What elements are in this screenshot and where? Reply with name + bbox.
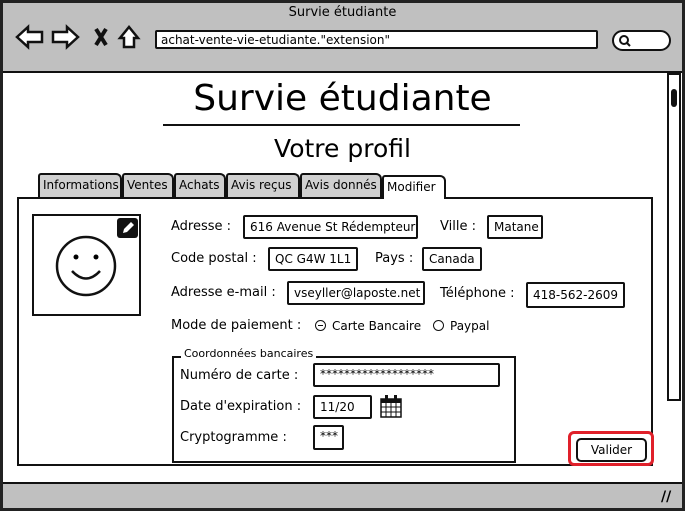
payment-label: Mode de paiement : [171,318,302,333]
tab-achats[interactable]: Achats [174,173,226,197]
card-number-label: Numéro de carte : [180,368,299,383]
email-label: Adresse e-mail : [171,285,276,300]
address-input[interactable]: 616 Avenue St Rédempteur [243,215,418,239]
radio-carte-bancaire[interactable] [315,320,326,331]
tab-informations[interactable]: Informations [38,173,122,197]
card-number-input[interactable]: ******************* [313,363,500,387]
radio-carte-bancaire-label[interactable]: Carte Bancaire [332,319,421,333]
address-label: Adresse : [171,219,232,234]
validate-button[interactable]: Valider [576,438,647,462]
back-arrow-icon[interactable] [15,24,44,50]
cvv-label: Cryptogramme : [180,430,287,445]
resize-grip-icon[interactable]: // [661,489,671,505]
calendar-icon[interactable] [379,394,403,419]
tab-avis-recus[interactable]: Avis reçus [226,173,300,197]
city-label: Ville : [440,219,476,234]
page-subtitle: Votre profil [274,134,411,163]
window-title: Survie étudiante [288,5,397,20]
country-label: Pays : [375,251,414,266]
close-x-icon[interactable] [94,27,108,47]
postal-input[interactable]: QC G4W 1L1 [268,247,358,271]
expiry-input[interactable]: 11/20 [313,395,372,419]
home-icon[interactable] [117,25,141,49]
phone-input[interactable]: 418-562-2609 [526,282,625,308]
edit-avatar-button[interactable] [117,218,138,238]
page-heading: Survie étudiante [193,78,492,119]
forward-arrow-icon[interactable] [51,24,80,50]
tab-avis-donnes[interactable]: Avis donnés [300,173,382,197]
expiry-label: Date d'expiration : [180,399,302,414]
country-input[interactable]: Canada [422,247,482,271]
city-input[interactable]: Matane [487,215,543,239]
email-input[interactable]: vseyller@laposte.net [287,281,425,305]
bank-details-legend: Coordonnées bancaires [181,347,317,360]
radio-paypal[interactable] [433,320,444,331]
search-field[interactable] [612,30,671,51]
url-bar[interactable]: achat-vente-vie-etudiante."extension" [155,30,598,49]
heading-divider [163,124,520,126]
nav-icons [15,24,141,50]
tab-ventes[interactable]: Ventes [122,173,174,197]
search-icon [619,35,631,47]
phone-label: Téléphone : [440,286,515,301]
tab-modifier[interactable]: Modifier [382,175,446,199]
cvv-input[interactable]: *** [313,425,344,450]
radio-paypal-label[interactable]: Paypal [450,319,489,333]
pencil-icon [123,222,134,233]
postal-label: Code postal : [171,251,257,266]
scrollbar[interactable] [667,73,681,401]
